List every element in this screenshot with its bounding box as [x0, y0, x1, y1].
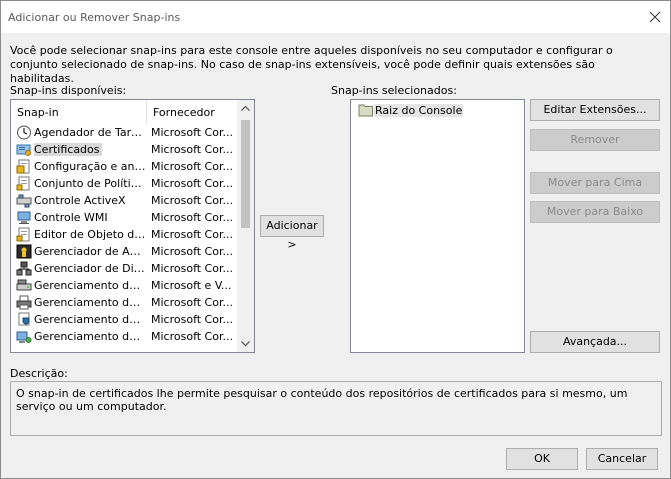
- move-down-button[interactable]: Mover para Baixo: [530, 201, 660, 223]
- wmi-computer-icon: [16, 210, 32, 225]
- clock-icon: [16, 125, 32, 140]
- description-box: O snap-in de certificados lhe permite pe…: [10, 381, 662, 436]
- snapin-vendor: Microsoft Cor...: [151, 194, 233, 207]
- snapin-name: Configuração e análi...: [34, 160, 146, 173]
- scroll-thumb[interactable]: [241, 120, 250, 228]
- chevron-up-icon: [241, 105, 250, 111]
- snapin-name: Gerenciamento de di...: [34, 279, 146, 292]
- snapin-row[interactable]: Configuração e análi... Microsoft Cor...: [11, 158, 239, 175]
- snapin-row[interactable]: Editor de Objeto de ... Microsoft Cor...: [11, 226, 239, 243]
- snapin-row[interactable]: Agendador de Tarefas Microsoft Cor...: [11, 124, 239, 141]
- vertical-scrollbar[interactable]: [237, 100, 254, 352]
- close-button[interactable]: [640, 1, 670, 33]
- snapin-vendor: Microsoft Cor...: [151, 313, 233, 326]
- column-header-vendor[interactable]: Fornecedor: [147, 100, 239, 124]
- available-rows: Agendador de Tarefas Microsoft Cor... Cert…: [11, 124, 239, 345]
- snapin-row[interactable]: Controle ActiveX Microsoft Cor...: [11, 192, 239, 209]
- computer-management-icon: [16, 329, 32, 344]
- snapin-vendor: Microsoft e V...: [151, 279, 232, 292]
- snapin-name: Certificados: [34, 143, 102, 156]
- device-manager-icon: [16, 261, 32, 276]
- disk-management-icon: [16, 278, 32, 293]
- close-icon: [649, 11, 661, 23]
- description-label: Descrição:: [10, 367, 68, 380]
- snapin-vendor: Microsoft Cor...: [151, 262, 233, 275]
- snapin-name: Agendador de Tarefas: [34, 126, 146, 139]
- snapin-row[interactable]: Gerenciamento de di... Microsoft e V...: [11, 277, 239, 294]
- snapin-vendor: Microsoft Cor...: [151, 296, 233, 309]
- move-up-button[interactable]: Mover para Cima: [530, 172, 660, 194]
- intro-text: Você pode selecionar snap-ins para este …: [10, 44, 613, 85]
- snapin-row[interactable]: Gerenciador de Aut... Microsoft Cor...: [11, 243, 239, 260]
- snapin-name: Controle WMI: [34, 211, 108, 224]
- snapin-name: Conjunto de Política...: [34, 177, 146, 190]
- snapin-name: Gerenciamento de I...: [34, 296, 146, 309]
- printer-icon: [16, 295, 32, 310]
- snapin-vendor: Microsoft Cor...: [151, 211, 233, 224]
- policy-document-icon: [16, 176, 32, 191]
- snapin-vendor: Microsoft Cor...: [151, 126, 233, 139]
- snapin-row[interactable]: Certificados Microsoft Cor...: [11, 141, 239, 158]
- selected-snapins-tree[interactable]: Raiz do Console: [350, 99, 525, 353]
- remove-button[interactable]: Remover: [530, 129, 660, 151]
- advanced-button[interactable]: Avançada...: [530, 331, 660, 353]
- snapin-vendor: Microsoft Cor...: [151, 245, 233, 258]
- column-header-snapin[interactable]: Snap-in: [11, 100, 147, 124]
- security-config-icon: [16, 159, 32, 174]
- authorization-icon: [16, 244, 32, 259]
- object-editor-icon: [16, 227, 32, 242]
- tree-item-label: Raiz do Console: [374, 104, 464, 117]
- add-button[interactable]: Adicionar >: [260, 215, 324, 251]
- snapin-name: Gerenciador de Disp...: [34, 262, 146, 275]
- chevron-down-icon: [241, 341, 250, 347]
- available-label: Snap-ins disponíveis:: [10, 84, 127, 97]
- snapin-vendor: Microsoft Cor...: [151, 177, 233, 190]
- dialog-window: Adicionar ou Remover Snap-ins Você pode …: [0, 0, 671, 479]
- snapin-row[interactable]: Controle WMI Microsoft Cor...: [11, 209, 239, 226]
- snapin-row[interactable]: Conjunto de Política... Microsoft Cor...: [11, 175, 239, 192]
- cancel-button[interactable]: Cancelar: [586, 448, 658, 470]
- selected-label: Snap-ins selecionados:: [331, 84, 457, 97]
- activex-icon: [16, 193, 32, 208]
- snapin-row[interactable]: Gerenciamento de p... Microsoft Cor...: [11, 311, 239, 328]
- title-bar: Adicionar ou Remover Snap-ins: [1, 1, 670, 33]
- edit-extensions-button[interactable]: Editar Extensões...: [530, 99, 660, 121]
- window-title: Adicionar ou Remover Snap-ins: [8, 11, 181, 24]
- snapin-row[interactable]: Gerenciamento do c... Microsoft Cor...: [11, 328, 239, 345]
- ok-button[interactable]: OK: [506, 448, 578, 470]
- snapin-vendor: Microsoft Cor...: [151, 330, 233, 343]
- description-text: O snap-in de certificados lhe permite pe…: [16, 387, 628, 413]
- snapin-name: Gerenciador de Aut...: [34, 245, 146, 258]
- snapin-name: Editor de Objeto de ...: [34, 228, 146, 241]
- snapin-name: Gerenciamento do c...: [34, 330, 146, 343]
- snapin-vendor: Microsoft Cor...: [151, 228, 233, 241]
- snapin-row[interactable]: Gerenciador de Disp... Microsoft Cor...: [11, 260, 239, 277]
- folder-icon: [358, 104, 373, 117]
- policy-shield-icon: [16, 312, 32, 327]
- certificate-icon: [16, 142, 32, 157]
- snapin-name: Gerenciamento de p...: [34, 313, 146, 326]
- scroll-down-arrow[interactable]: [237, 335, 254, 352]
- snapin-name: Controle ActiveX: [34, 194, 126, 207]
- snapin-vendor: Microsoft Cor...: [151, 160, 233, 173]
- snapin-row[interactable]: Gerenciamento de I... Microsoft Cor...: [11, 294, 239, 311]
- available-snapins-list[interactable]: Snap-in Fornecedor Agendador de Tarefas M…: [10, 99, 255, 353]
- snapin-vendor: Microsoft Cor...: [151, 143, 233, 156]
- scroll-up-arrow[interactable]: [237, 100, 254, 117]
